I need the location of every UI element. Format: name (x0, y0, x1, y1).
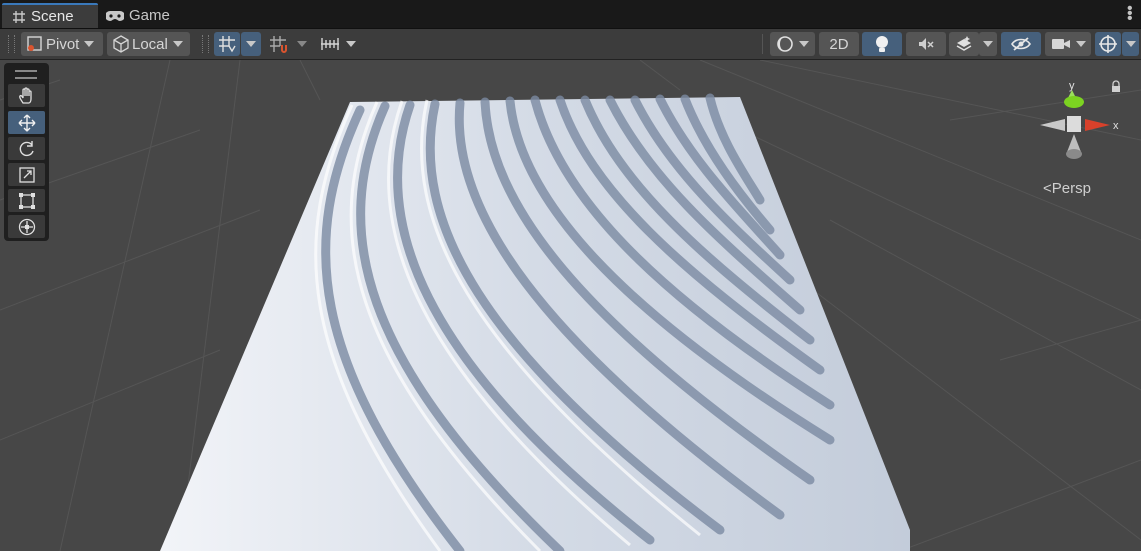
scene-viewport[interactable]: y x <Persp (0, 60, 1141, 551)
local-dropdown[interactable]: Local (107, 32, 190, 56)
effects-dropdown[interactable] (979, 32, 997, 56)
transform-all-icon (18, 218, 35, 235)
gamepad-icon (106, 10, 124, 21)
gizmo-x-label: x (1113, 120, 1119, 132)
lightbulb-icon (876, 36, 888, 52)
gizmo-center-cube[interactable] (1067, 116, 1081, 132)
tool-palette (4, 63, 49, 241)
gizmos-toggle[interactable] (1095, 32, 1121, 56)
eye-hidden-icon (1011, 37, 1031, 51)
hand-icon (18, 86, 32, 104)
rotate-icon (19, 140, 34, 156)
tab-scene[interactable]: Scene (2, 3, 98, 28)
2d-label: 2D (829, 35, 849, 53)
draw-mode-dropdown[interactable] (770, 32, 815, 56)
tab-bar: Scene Game • • • (0, 0, 1141, 29)
hidden-objects-toggle[interactable] (1001, 32, 1041, 56)
move-tool-button[interactable] (8, 111, 45, 134)
pivot-icon (27, 36, 42, 51)
projection-label: Persp (1051, 180, 1091, 197)
pivot-dropdown[interactable]: Pivot (21, 32, 103, 56)
effects-toggle[interactable] (949, 32, 979, 56)
gizmo-globe-icon (1099, 35, 1117, 53)
move-arrows-icon (18, 114, 35, 131)
lock-icon[interactable] (1112, 80, 1120, 92)
grid-snap-toggle[interactable] (214, 32, 240, 56)
cube-icon (113, 35, 129, 53)
chevron-left-icon: < (1043, 180, 1052, 197)
ruler-dropdown[interactable] (314, 32, 360, 56)
toolbar-grip[interactable] (8, 35, 15, 53)
lighting-toggle[interactable] (862, 32, 902, 56)
scene-canvas[interactable] (0, 60, 1141, 551)
gizmo-neg-x-cone[interactable] (1040, 119, 1065, 131)
shading-sphere-icon (777, 36, 793, 52)
ruler-icon (320, 38, 339, 50)
layers-effects-icon (956, 36, 972, 51)
speaker-mute-icon (919, 38, 934, 50)
palette-grip[interactable] (15, 70, 37, 79)
scale-tool-button[interactable] (8, 163, 45, 186)
increment-snap-dropdown[interactable] (293, 32, 311, 56)
rect-transform-icon (18, 192, 35, 209)
toolbar-separator (762, 34, 763, 54)
projection-toggle[interactable]: <Persp (1043, 180, 1091, 197)
camera-dropdown[interactable] (1045, 32, 1091, 56)
camera-icon (1051, 39, 1070, 49)
pivot-label: Pivot (46, 35, 80, 53)
snow-dune-terrain (160, 93, 910, 551)
tab-scene-label: Scene (31, 8, 74, 25)
grid-snap-icon (219, 36, 236, 53)
tab-game-label: Game (129, 7, 170, 24)
tab-game[interactable]: Game (106, 3, 170, 28)
hand-tool-button[interactable] (8, 84, 45, 107)
increment-snap-icon (270, 36, 287, 53)
gizmo-neg-y-cap (1066, 149, 1082, 159)
rect-tool-button[interactable] (8, 189, 45, 212)
gizmo-x-cone[interactable] (1085, 119, 1110, 131)
more-options-icon[interactable]: • • • (1127, 1, 1133, 27)
grid-snap-dropdown[interactable] (241, 32, 261, 56)
scene-toolbar: Pivot Local 2D (0, 29, 1141, 60)
audio-toggle[interactable] (906, 32, 946, 56)
scale-icon (18, 166, 35, 183)
2d-toggle[interactable]: 2D (819, 32, 859, 56)
gizmos-dropdown[interactable] (1122, 32, 1139, 56)
toolbar-grip[interactable] (202, 35, 209, 53)
transform-tool-button[interactable] (8, 215, 45, 238)
grid-hash-icon (13, 10, 25, 23)
increment-snap-toggle[interactable] (265, 32, 293, 56)
rotate-tool-button[interactable] (8, 137, 45, 160)
orientation-gizmo[interactable]: y x (1030, 80, 1125, 170)
local-label: Local (132, 35, 168, 53)
gizmo-y-cap[interactable] (1064, 96, 1084, 108)
